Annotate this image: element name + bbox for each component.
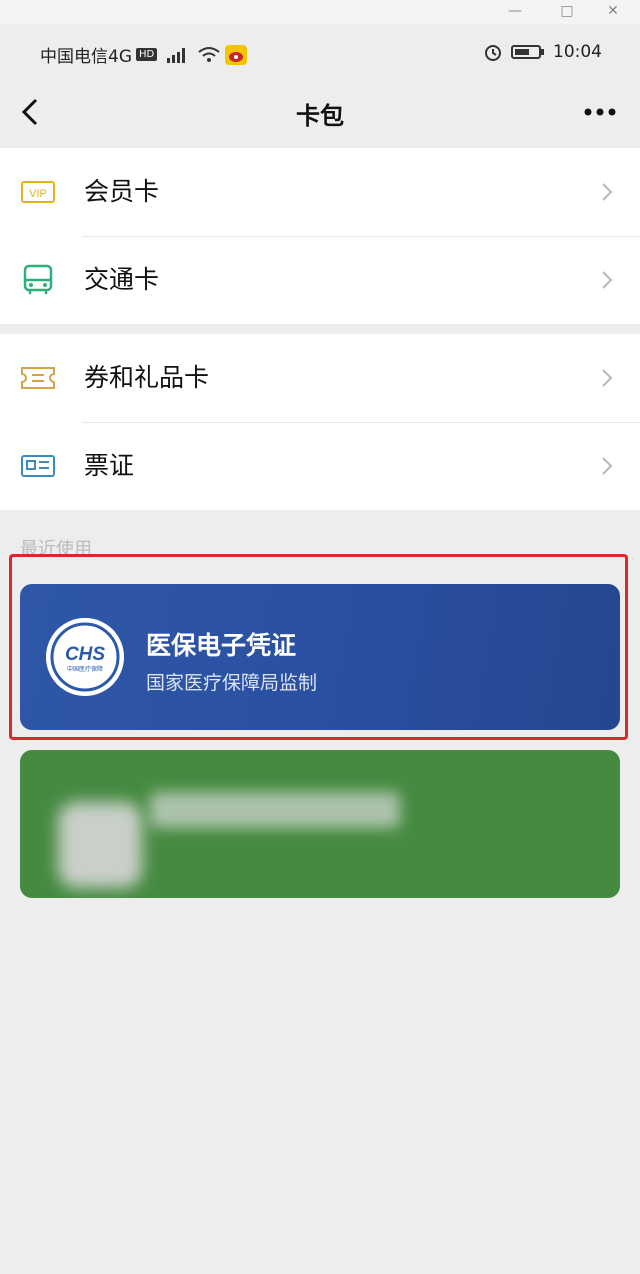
chevron-right-icon	[602, 457, 613, 475]
card-category-group-2: 券和礼品卡 票证	[0, 334, 640, 510]
blurred-title	[150, 792, 400, 828]
carrier-label: 中国电信4G	[40, 47, 132, 67]
list-item-vip-card[interactable]: VIP 会员卡	[0, 148, 640, 236]
page-title: 卡包	[296, 102, 344, 130]
svg-text:VIP: VIP	[29, 188, 47, 200]
alarm-icon	[485, 45, 501, 61]
weibo-icon	[225, 44, 248, 65]
list-item-label: 会员卡	[84, 177, 160, 206]
window-title-bar: — □ ✕	[0, 0, 640, 24]
blurred-card[interactable]	[20, 750, 620, 898]
close-button[interactable]: ✕	[598, 0, 628, 24]
chevron-right-icon	[602, 271, 613, 289]
blurred-logo	[58, 802, 142, 888]
battery-icon	[511, 45, 544, 59]
list-item-tickets-ids[interactable]: 票证	[0, 422, 640, 510]
list-item-label: 券和礼品卡	[84, 363, 210, 392]
ticket-icon	[21, 367, 55, 389]
vip-card-icon: VIP	[21, 181, 55, 203]
list-item-transit-card[interactable]: 交通卡	[0, 236, 640, 324]
clock: 10:04	[553, 42, 602, 62]
maximize-button[interactable]: □	[552, 0, 582, 24]
list-item-label: 票证	[84, 451, 135, 480]
list-item-coupons-gift-cards[interactable]: 券和礼品卡	[0, 334, 640, 422]
more-icon[interactable]	[580, 94, 620, 130]
signal-icon	[167, 47, 186, 63]
id-card-icon	[21, 455, 55, 477]
card-category-group-1: VIP 会员卡 交通卡	[0, 148, 640, 324]
chevron-right-icon	[602, 369, 613, 387]
hd-badge: HD	[136, 48, 158, 61]
status-bar: 中国电信4G HD 10:04	[0, 24, 640, 80]
list-item-label: 交通卡	[84, 265, 160, 294]
wifi-icon	[198, 46, 220, 62]
chevron-right-icon	[602, 183, 613, 201]
highlight-box	[9, 554, 628, 740]
minimize-button[interactable]: —	[500, 0, 530, 24]
bus-icon	[23, 264, 53, 294]
nav-bar: 卡包	[0, 80, 640, 146]
